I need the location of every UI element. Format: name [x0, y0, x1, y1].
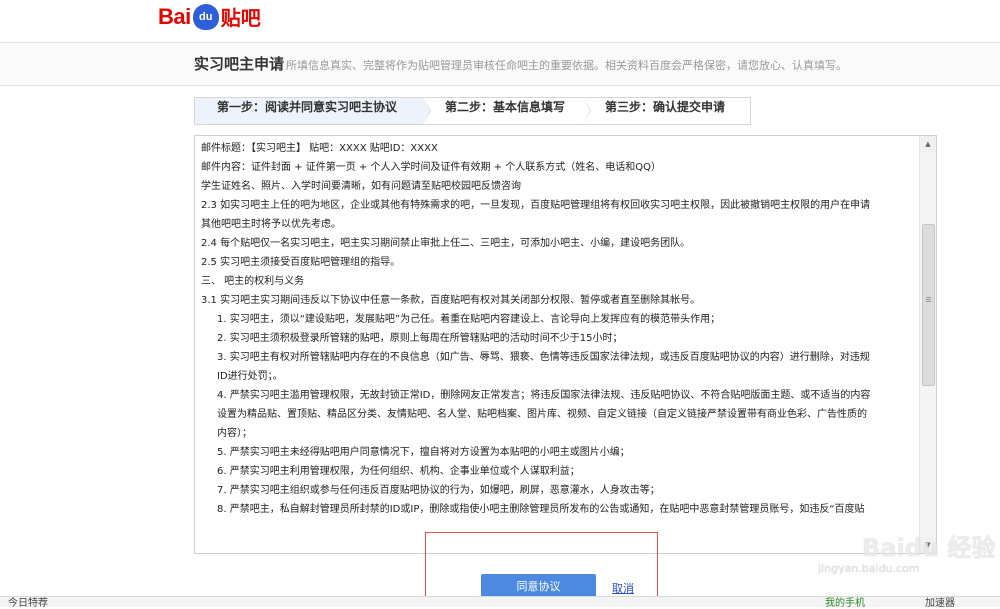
step-3-label: 第三步：确认提交申请 [605, 100, 726, 114]
agreement-textbox[interactable]: 邮件标题：【实习吧主】 贴吧：XXXX 贴吧ID：XXXX 邮件内容：证件封面 … [194, 135, 937, 554]
page-description: 所填信息真实、完整将作为贴吧管理员审核任命吧主的重要依据。相关资料百度会严格保密… [286, 59, 847, 72]
step-2-label: 第二步：基本信息填写 [445, 100, 566, 114]
agreement-line: 设置为精品贴、置顶贴、精品区分类、友情贴吧、名人堂、贴吧档案、图片库、视频、自定… [217, 409, 867, 420]
agreement-line: 2.5 实习吧主须接受百度贴吧管理组的指导。 [201, 257, 401, 268]
step-progress-bar: 第一步：阅读并同意实习吧主协议 第二步：基本信息填写 第三步：确认提交申请 [194, 97, 751, 125]
watermark-url: jingyan.baidu.com [818, 562, 920, 575]
status-accelerator[interactable]: 加速器 [925, 594, 955, 609]
browser-status-bar: 今日特荐 我的手机 加速器 [0, 594, 1000, 609]
cancel-link[interactable]: 取消 [612, 580, 634, 596]
agreement-line: 1. 实习吧主，须以“建设贴吧，发展贴吧”为己任。着重在贴吧内容建设上、言论导向… [217, 314, 721, 325]
status-today-recommend[interactable]: 今日特荐 [8, 594, 48, 609]
scrollbar-thumb[interactable] [922, 224, 935, 386]
agreement-line: 邮件内容：证件封面 + 证件第一页 + 个人入学时间及证件有效期 + 个人联系方… [201, 162, 661, 173]
agreement-line: 4. 严禁实习吧主滥用管理权限，无故封锁正常ID，删除网友正常发言；将违反国家法… [217, 390, 871, 401]
agreement-line: 5. 严禁实习吧主未经得贴吧用户同意情况下，擅自将对方设置为本贴吧的小吧主或图片… [217, 447, 630, 458]
logo-bai-text: Bai [158, 3, 191, 29]
agreement-text: 邮件标题：【实习吧主】 贴吧：XXXX 贴吧ID：XXXX 邮件内容：证件封面 … [201, 139, 917, 519]
baidu-jingyan-watermark: Baidu 经验 jingyan.baidu.com [818, 528, 1000, 598]
step-1-label: 第一步：阅读并同意实习吧主协议 [217, 100, 398, 114]
logo-tieba-text: 贴吧 [220, 6, 261, 30]
agreement-scrollbar[interactable]: ▲ ▼ [919, 136, 936, 553]
agreement-line: 其他吧吧主时将予以优先考虑。 [201, 219, 341, 230]
agreement-line: 内容）； [217, 428, 252, 439]
agreement-line: 3.1 实习吧主实习期间违反以下协议中任意一条款，百度贴吧有权对其关闭部分权限、… [201, 295, 701, 306]
agreement-line: 学生证姓名、照片、入学时间要清晰，如有问题请至贴吧校园吧反馈咨询 [201, 181, 521, 192]
agreement-line: 7. 严禁实习吧主组织或参与任何违反百度贴吧协议的行为，如爆吧，刷屏，恶意灌水，… [217, 485, 660, 496]
grip-icon [926, 297, 931, 298]
step-2-basic-info: 第二步：基本信息填写 [423, 98, 591, 124]
status-my-phone[interactable]: 我的手机 [825, 594, 865, 609]
agreement-line: 8. 严禁吧主，私自解封管理员所封禁的ID或IP，删除或指使小吧主删除管理员所发… [217, 504, 865, 515]
agreement-line: 邮件标题：【实习吧主】 贴吧：XXXX 贴吧ID：XXXX [201, 143, 438, 154]
page-title: 实习吧主申请 [194, 55, 285, 73]
scroll-up-icon[interactable]: ▲ [920, 136, 936, 152]
baidu-tieba-logo[interactable]: Bai du 贴吧 [158, 2, 261, 31]
agreement-line: 三、 吧主的权利与义务 [201, 276, 305, 287]
agreement-line: ID进行处罚；。 [217, 371, 283, 382]
step-3-confirm-submit: 第三步：确认提交申请 [583, 98, 743, 124]
paw-icon: du [192, 3, 219, 30]
page-header: 实习吧主申请 所填信息真实、完整将作为贴吧管理员审核任命吧主的重要依据。相关资料… [0, 43, 1000, 85]
agreement-line: 2.4 每个贴吧仅一名实习吧主，吧主实习期间禁止审批上任二、三吧主，可添加小吧主… [201, 238, 691, 249]
watermark-title: Baidu 经验 [862, 534, 996, 562]
agreement-line: 6. 严禁实习吧主利用管理权限，为任何组织、机构、企事业单位或个人谋取利益； [217, 466, 580, 477]
agreement-line: 3. 实习吧主有权对所管辖贴吧内存在的不良信息（如广告、辱骂、猥亵、色情等违反国… [217, 352, 870, 363]
agreement-line: 2. 实习吧主须积极登录所管辖的贴吧，原则上每周在所管辖贴吧的活动时间不少于15… [217, 333, 623, 344]
agreement-line: 2.3 如实习吧主上任的吧为地区，企业或其他有特殊需求的吧，一旦发现，百度贴吧管… [201, 200, 871, 211]
header-divider-bottom [0, 85, 1000, 86]
step-1-read-agreement: 第一步：阅读并同意实习吧主协议 [195, 98, 431, 124]
